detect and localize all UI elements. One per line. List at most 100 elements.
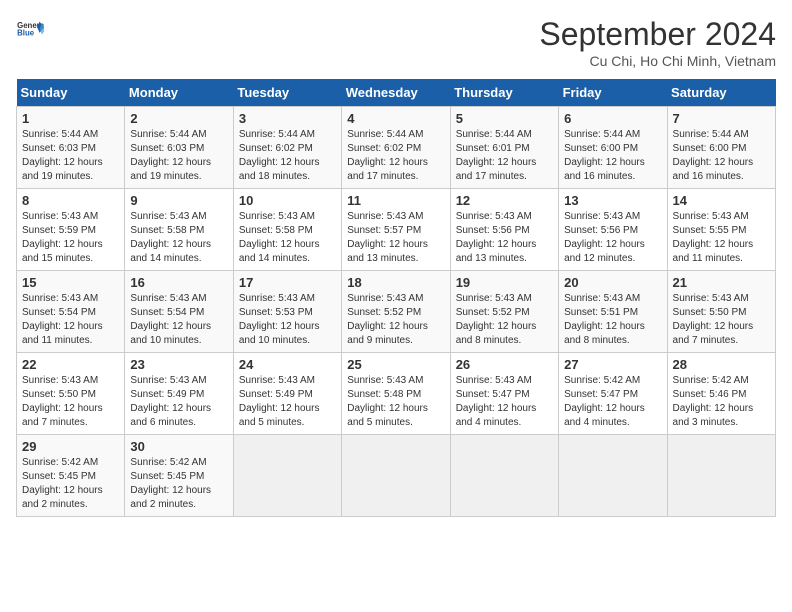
day-number: 7 — [673, 111, 770, 126]
day-info: Sunrise: 5:43 AM Sunset: 5:48 PM Dayligh… — [347, 374, 444, 430]
day-number: 4 — [347, 111, 444, 126]
week-row-4: 22Sunrise: 5:43 AM Sunset: 5:50 PM Dayli… — [17, 353, 776, 435]
calendar-cell: 25 Sunrise: 5:43 AM Sunset: 5:48 PM Dayli… — [342, 353, 450, 435]
day-info: Sunrise: 5:42 AM Sunset: 5:47 PM Dayligh… — [564, 374, 661, 430]
day-number: 1 — [22, 111, 119, 126]
day-info: Sunrise: 5:43 AM Sunset: 5:51 PM Dayligh… — [564, 292, 661, 348]
day-number: 30 — [130, 439, 227, 454]
logo-icon: General Blue — [16, 16, 44, 44]
day-number: 25 — [347, 357, 444, 372]
location-subtitle: Cu Chi, Ho Chi Minh, Vietnam — [539, 53, 776, 69]
calendar-cell: 12 Sunrise: 5:43 AM Sunset: 5:56 PM Dayli… — [450, 189, 558, 271]
calendar-cell: 4Sunrise: 5:44 AM Sunset: 6:02 PM Daylig… — [342, 107, 450, 189]
day-number: 2 — [130, 111, 227, 126]
calendar-cell: 10 Sunrise: 5:43 AM Sunset: 5:58 PM Dayli… — [233, 189, 341, 271]
calendar-cell: 11Sunrise: 5:43 AM Sunset: 5:57 PM Dayli… — [342, 189, 450, 271]
weekday-header-saturday: Saturday — [667, 79, 775, 107]
week-row-5: 29 Sunrise: 5:42 AM Sunset: 5:45 PM Dayli… — [17, 435, 776, 517]
calendar-cell: 5 Sunrise: 5:44 AM Sunset: 6:01 PM Daylig… — [450, 107, 558, 189]
day-info: Sunrise: 5:44 AM Sunset: 6:00 PM Dayligh… — [564, 128, 661, 184]
day-info: Sunrise: 5:43 AM Sunset: 5:52 PM Dayligh… — [347, 292, 444, 348]
day-number: 14 — [673, 193, 770, 208]
day-info: Sunrise: 5:43 AM Sunset: 5:59 PM Dayligh… — [22, 210, 119, 266]
calendar-cell — [450, 435, 558, 517]
day-info: Sunrise: 5:43 AM Sunset: 5:52 PM Dayligh… — [456, 292, 553, 348]
day-info: Sunrise: 5:43 AM Sunset: 5:49 PM Dayligh… — [130, 374, 227, 430]
calendar-cell: 27 Sunrise: 5:42 AM Sunset: 5:47 PM Dayli… — [559, 353, 667, 435]
day-info: Sunrise: 5:44 AM Sunset: 6:03 PM Dayligh… — [130, 128, 227, 184]
calendar-cell: 29 Sunrise: 5:42 AM Sunset: 5:45 PM Dayli… — [17, 435, 125, 517]
calendar-cell: 23 Sunrise: 5:43 AM Sunset: 5:49 PM Dayli… — [125, 353, 233, 435]
day-number: 23 — [130, 357, 227, 372]
calendar-cell: 3 Sunrise: 5:44 AM Sunset: 6:02 PM Daylig… — [233, 107, 341, 189]
weekday-header-sunday: Sunday — [17, 79, 125, 107]
weekday-header-row: SundayMondayTuesdayWednesdayThursdayFrid… — [17, 79, 776, 107]
week-row-2: 8 Sunrise: 5:43 AM Sunset: 5:59 PM Daylig… — [17, 189, 776, 271]
day-number: 19 — [456, 275, 553, 290]
calendar-cell: 18 Sunrise: 5:43 AM Sunset: 5:52 PM Dayli… — [342, 271, 450, 353]
day-info: Sunrise: 5:43 AM Sunset: 5:56 PM Dayligh… — [456, 210, 553, 266]
weekday-header-friday: Friday — [559, 79, 667, 107]
calendar-cell: 2 Sunrise: 5:44 AM Sunset: 6:03 PM Daylig… — [125, 107, 233, 189]
day-number: 9 — [130, 193, 227, 208]
week-row-3: 15 Sunrise: 5:43 AM Sunset: 5:54 PM Dayli… — [17, 271, 776, 353]
calendar-cell — [233, 435, 341, 517]
day-number: 27 — [564, 357, 661, 372]
day-number: 8 — [22, 193, 119, 208]
calendar-cell: 15 Sunrise: 5:43 AM Sunset: 5:54 PM Dayli… — [17, 271, 125, 353]
title-block: September 2024 Cu Chi, Ho Chi Minh, Viet… — [539, 16, 776, 69]
day-info: Sunrise: 5:43 AM Sunset: 5:50 PM Dayligh… — [673, 292, 770, 348]
calendar-cell: 26 Sunrise: 5:43 AM Sunset: 5:47 PM Dayli… — [450, 353, 558, 435]
week-row-1: 1 Sunrise: 5:44 AM Sunset: 6:03 PM Daylig… — [17, 107, 776, 189]
calendar-cell: 21Sunrise: 5:43 AM Sunset: 5:50 PM Dayli… — [667, 271, 775, 353]
calendar-cell: 14Sunrise: 5:43 AM Sunset: 5:55 PM Dayli… — [667, 189, 775, 271]
day-info: Sunrise: 5:44 AM Sunset: 6:03 PM Dayligh… — [22, 128, 119, 184]
day-number: 20 — [564, 275, 661, 290]
day-info: Sunrise: 5:43 AM Sunset: 5:49 PM Dayligh… — [239, 374, 336, 430]
calendar-cell: 9Sunrise: 5:43 AM Sunset: 5:58 PM Daylig… — [125, 189, 233, 271]
calendar-cell: 17 Sunrise: 5:43 AM Sunset: 5:53 PM Dayli… — [233, 271, 341, 353]
page-header: General Blue September 2024 Cu Chi, Ho C… — [16, 16, 776, 69]
day-info: Sunrise: 5:44 AM Sunset: 6:02 PM Dayligh… — [239, 128, 336, 184]
day-info: Sunrise: 5:42 AM Sunset: 5:45 PM Dayligh… — [130, 456, 227, 512]
day-number: 5 — [456, 111, 553, 126]
day-number: 11 — [347, 193, 444, 208]
day-number: 3 — [239, 111, 336, 126]
day-number: 29 — [22, 439, 119, 454]
calendar-table: SundayMondayTuesdayWednesdayThursdayFrid… — [16, 79, 776, 517]
weekday-header-tuesday: Tuesday — [233, 79, 341, 107]
day-number: 15 — [22, 275, 119, 290]
day-number: 13 — [564, 193, 661, 208]
day-info: Sunrise: 5:44 AM Sunset: 6:01 PM Dayligh… — [456, 128, 553, 184]
day-info: Sunrise: 5:43 AM Sunset: 5:58 PM Dayligh… — [239, 210, 336, 266]
calendar-cell: 8 Sunrise: 5:43 AM Sunset: 5:59 PM Daylig… — [17, 189, 125, 271]
calendar-cell: 16Sunrise: 5:43 AM Sunset: 5:54 PM Dayli… — [125, 271, 233, 353]
day-info: Sunrise: 5:42 AM Sunset: 5:45 PM Dayligh… — [22, 456, 119, 512]
weekday-header-wednesday: Wednesday — [342, 79, 450, 107]
day-info: Sunrise: 5:43 AM Sunset: 5:54 PM Dayligh… — [130, 292, 227, 348]
weekday-header-monday: Monday — [125, 79, 233, 107]
weekday-header-thursday: Thursday — [450, 79, 558, 107]
day-info: Sunrise: 5:42 AM Sunset: 5:46 PM Dayligh… — [673, 374, 770, 430]
day-number: 28 — [673, 357, 770, 372]
calendar-cell — [667, 435, 775, 517]
calendar-cell: 24 Sunrise: 5:43 AM Sunset: 5:49 PM Dayli… — [233, 353, 341, 435]
logo: General Blue — [16, 16, 44, 44]
calendar-cell — [342, 435, 450, 517]
day-number: 18 — [347, 275, 444, 290]
day-info: Sunrise: 5:43 AM Sunset: 5:54 PM Dayligh… — [22, 292, 119, 348]
day-info: Sunrise: 5:43 AM Sunset: 5:50 PM Dayligh… — [22, 374, 119, 430]
day-number: 17 — [239, 275, 336, 290]
calendar-cell: 7Sunrise: 5:44 AM Sunset: 6:00 PM Daylig… — [667, 107, 775, 189]
day-info: Sunrise: 5:43 AM Sunset: 5:47 PM Dayligh… — [456, 374, 553, 430]
calendar-cell: 6 Sunrise: 5:44 AM Sunset: 6:00 PM Daylig… — [559, 107, 667, 189]
day-number: 10 — [239, 193, 336, 208]
day-number: 12 — [456, 193, 553, 208]
svg-text:Blue: Blue — [17, 29, 35, 38]
day-number: 24 — [239, 357, 336, 372]
calendar-cell: 19 Sunrise: 5:43 AM Sunset: 5:52 PM Dayli… — [450, 271, 558, 353]
day-info: Sunrise: 5:43 AM Sunset: 5:53 PM Dayligh… — [239, 292, 336, 348]
day-number: 6 — [564, 111, 661, 126]
month-title: September 2024 — [539, 16, 776, 53]
day-number: 26 — [456, 357, 553, 372]
